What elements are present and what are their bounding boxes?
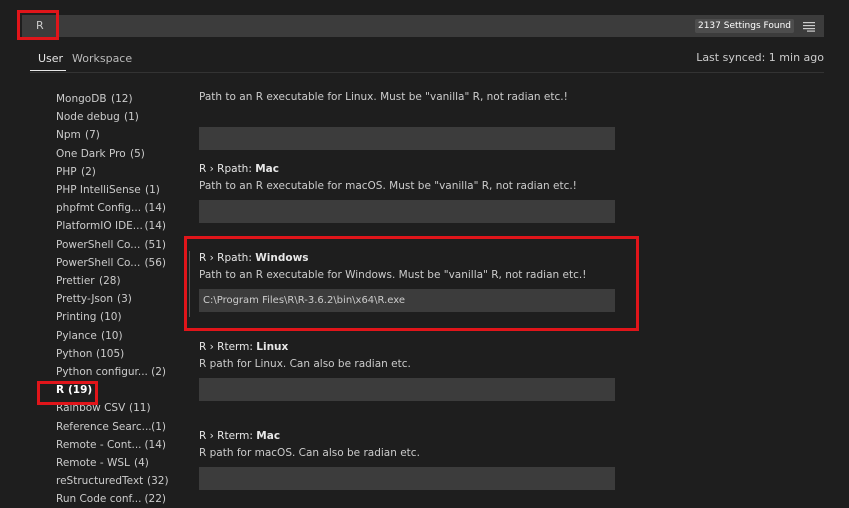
toc-item[interactable]: Pretty-Json (3) [56, 290, 166, 308]
toc-item-count: (5) [130, 147, 145, 160]
toc-r-highlight-box [37, 381, 98, 405]
toc-item-name: Printing [56, 311, 97, 324]
toc-item[interactable]: One Dark Pro (5) [56, 145, 166, 163]
toc-item-count: (3) [117, 293, 132, 306]
filter-icon[interactable] [802, 19, 816, 33]
setting-description: R path for Linux. Can also be radian etc… [199, 358, 411, 370]
toc-item-name: PowerShell Co... [56, 256, 141, 269]
toc-item-name: One Dark Pro [56, 147, 126, 160]
toc-item[interactable]: PHP (2) [56, 163, 166, 181]
tab-user[interactable]: User [38, 50, 63, 68]
toc-item-count: (1) [124, 111, 139, 124]
toc-item-name: Reference Searc... [56, 420, 152, 433]
toc-item-name: Run Code conf... [56, 493, 142, 506]
setting-category: R › Rterm: [199, 430, 257, 442]
toc-item-count: (4) [134, 457, 149, 469]
toc-item[interactable]: Reference Searc... (1) [56, 418, 166, 436]
setting-key: Mac [256, 430, 281, 442]
toc-item[interactable]: Python configur... (2) [56, 363, 166, 381]
toc-item-count: (12) [111, 93, 133, 105]
toc-item-count: (7) [85, 129, 100, 142]
toc-item-count: (2) [151, 366, 166, 378]
toc-item[interactable]: Npm (7) [56, 126, 166, 144]
setting-title: R › Rpath: Mac [199, 162, 279, 176]
toc-item-count: (10) [101, 329, 123, 342]
search-highlight-box [17, 10, 59, 40]
setting-category: R › Rpath: [199, 163, 256, 175]
toc-item-count: (14) [144, 438, 166, 451]
toc-item[interactable]: PlatformIO IDE... (14) [56, 217, 166, 235]
toc-item[interactable]: Printing (10) [56, 308, 166, 326]
toc-item-count: (2) [81, 165, 96, 178]
toc-item-name: Python [56, 347, 93, 360]
toc-item-name: Node debug [56, 111, 120, 124]
search-input[interactable] [22, 15, 682, 37]
toc-item-name: phpfmt Config... [56, 202, 142, 215]
toc-item[interactable]: PowerShell Co... (56) [56, 254, 166, 272]
setting-key: Mac [255, 163, 279, 175]
rterm-mac-input[interactable] [199, 467, 615, 490]
tab-workspace[interactable]: Workspace [72, 50, 132, 68]
toc-item[interactable]: Run Code conf... (22) [56, 490, 166, 508]
toc-item-count: (32) [147, 475, 169, 488]
rpath-mac-input[interactable] [199, 200, 615, 223]
toc-item-name: Prettier [56, 275, 95, 287]
setting-title: R › Rterm: Mac [199, 429, 280, 443]
toc-item-name: MongoDB [56, 93, 107, 105]
toc-item-name: reStructuredText [56, 475, 144, 488]
toc-item-count: (14) [144, 220, 166, 233]
toc-item-count: (1) [145, 184, 160, 196]
results-count-badge: 2137 Settings Found [694, 19, 794, 33]
toc-item[interactable]: reStructuredText (32) [56, 472, 169, 490]
toc-item[interactable]: Python (105) [56, 345, 166, 363]
search-bar: 2137 Settings Found [22, 15, 824, 37]
toc-item[interactable]: Remote - WSL (4) [56, 454, 166, 472]
setting-description: Path to an R executable for Linux. Must … [199, 91, 568, 103]
toc-item-name: Pretty-Json [56, 293, 113, 306]
toc-item-count: (14) [144, 202, 166, 215]
toc-item[interactable]: Prettier (28) [56, 272, 166, 290]
toc-item-count: (10) [100, 311, 122, 324]
toc-item[interactable]: phpfmt Config... (14) [56, 199, 166, 217]
toc-tree: MongoDB (12) Node debug (1) Npm (7) One Dark P… [56, 72, 176, 508]
toc-item-count: (56) [144, 256, 166, 269]
toc-item-count: (11) [129, 402, 151, 415]
toc-item[interactable]: MongoDB (12) [56, 90, 166, 108]
rpath-windows-highlight-box [184, 236, 639, 331]
toc-item-name: PHP IntelliSense [56, 184, 141, 196]
toc-item-name: Remote - WSL [56, 457, 130, 469]
last-synced-label: Last synced: 1 min ago [696, 51, 824, 64]
toc-item[interactable]: PowerShell Co... (51) [56, 236, 166, 254]
setting-description: R path for macOS. Can also be radian etc… [199, 447, 420, 459]
setting-title: R › Rterm: Linux [199, 340, 288, 354]
tab-user-underline [30, 70, 66, 71]
toc-item-name: Python configur... [56, 366, 148, 378]
toc-item-count: (105) [96, 347, 125, 360]
toc-item[interactable]: Node debug (1) [56, 108, 166, 126]
toc-item-count: (22) [144, 493, 166, 506]
toc-item[interactable]: Pylance (10) [56, 327, 166, 345]
setting-description: Path to an R executable for macOS. Must … [199, 180, 577, 192]
toc-item-name: PlatformIO IDE... [56, 220, 143, 233]
toc-item-partial[interactable] [56, 72, 166, 78]
toc-item-name: Remote - Cont... [56, 438, 142, 451]
settings-editor: 2137 Settings Found User Workspace Last … [0, 0, 849, 508]
toc-item-name: PHP [56, 165, 77, 178]
toc-item[interactable]: PHP IntelliSense (1) [56, 181, 166, 199]
rterm-linux-input[interactable] [199, 378, 615, 401]
setting-category: R › Rterm: [199, 341, 257, 353]
toc-item-count: (1) [151, 420, 166, 433]
rpath-linux-input[interactable] [199, 127, 615, 150]
toc-item-count: (51) [144, 238, 166, 251]
toc-item-name: Npm [56, 129, 81, 142]
toc-item-name: Pylance [56, 329, 97, 342]
toc-item-count: (28) [99, 275, 121, 287]
toc-item[interactable]: Remote - Cont... (14) [56, 436, 166, 454]
setting-key: Linux [256, 341, 289, 353]
toc-item-name: PowerShell Co... [56, 238, 141, 251]
